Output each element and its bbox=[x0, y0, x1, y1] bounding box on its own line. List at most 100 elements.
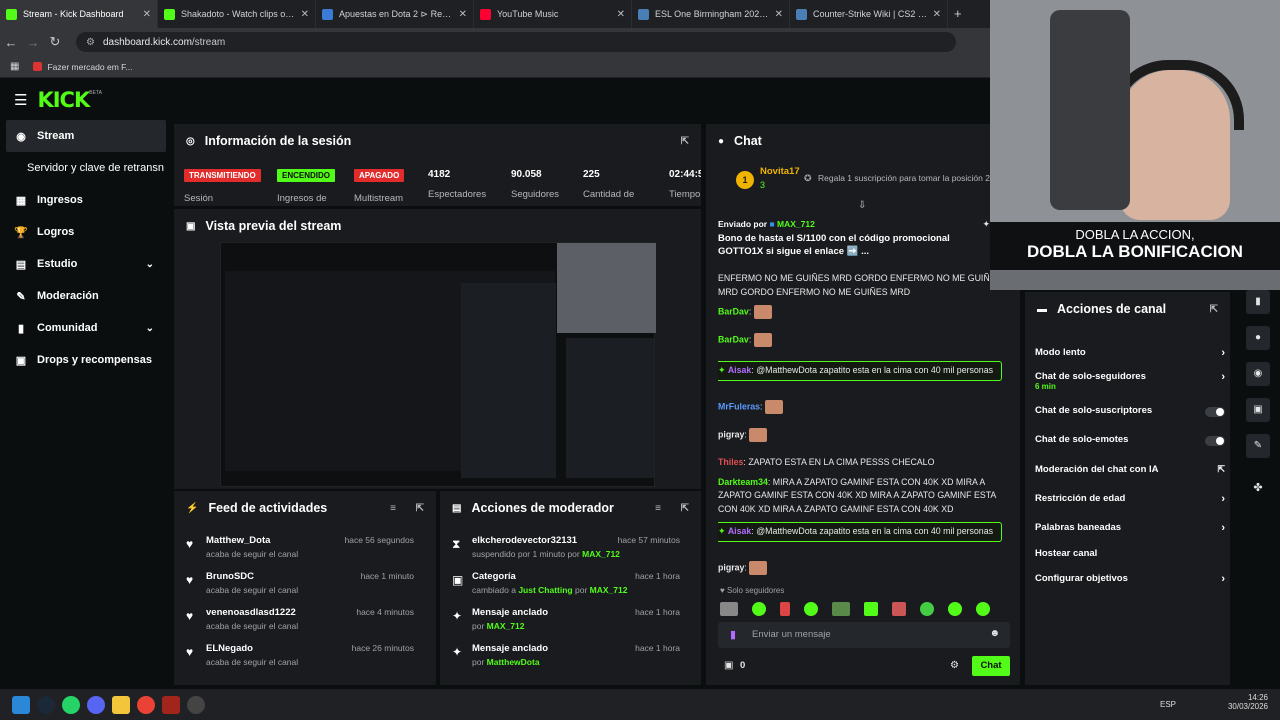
top-gifter-name[interactable]: Novita17 bbox=[760, 166, 800, 177]
chat-message[interactable]: pigray: bbox=[718, 561, 1008, 575]
emote-icon[interactable] bbox=[920, 602, 934, 616]
clock[interactable]: 14:26 30/03/2026 bbox=[1222, 693, 1268, 711]
channel-action-item[interactable]: Chat de solo-emotes bbox=[1035, 434, 1225, 446]
activity-item[interactable]: ♥ BrunoSDC acaba de seguir el canal hace 1 … bbox=[174, 567, 424, 603]
filter-icon[interactable]: ≡ bbox=[655, 503, 661, 514]
chat-username[interactable]: BarDav bbox=[718, 334, 749, 344]
toggle-switch[interactable] bbox=[1205, 436, 1225, 446]
chevron-right-icon[interactable]: › bbox=[1221, 573, 1225, 585]
channel-action-item[interactable]: Configurar objetivos › bbox=[1035, 573, 1225, 585]
external-link-icon[interactable]: ⇱ bbox=[1217, 464, 1225, 475]
popout-icon[interactable]: ⇱ bbox=[416, 503, 424, 514]
sidebar-item[interactable]: ▮ Comunidad ⌄ bbox=[0, 312, 172, 344]
emote-icon[interactable] bbox=[780, 602, 790, 616]
chat-message[interactable]: BarDav: bbox=[718, 333, 1008, 347]
chat-message[interactable]: ✦ Aisak: @MatthewDota zapatito esta en l… bbox=[718, 522, 1002, 542]
detail-highlight[interactable]: MatthewDota bbox=[487, 657, 540, 667]
chat-username[interactable]: Darkteam34 bbox=[718, 477, 768, 487]
stream-preview-video[interactable] bbox=[220, 242, 656, 487]
dota-icon[interactable] bbox=[162, 695, 180, 714]
reload-icon[interactable]: ↻ bbox=[44, 34, 66, 50]
emote-bar[interactable] bbox=[720, 602, 1010, 616]
channel-action-item[interactable]: Hostear canal bbox=[1035, 548, 1225, 559]
activity-item[interactable]: ♥ Matthew_Dota acaba de seguir el canal hac… bbox=[174, 531, 424, 567]
back-icon[interactable]: ← bbox=[0, 35, 22, 50]
language-indicator[interactable]: ESP bbox=[1160, 700, 1176, 709]
chat-username[interactable]: Aisak bbox=[728, 365, 751, 375]
close-tab-icon[interactable]: ✕ bbox=[143, 9, 151, 20]
tool-icon-extensions[interactable]: ✤ bbox=[1246, 476, 1270, 500]
chat-username[interactable]: BarDav bbox=[718, 306, 749, 316]
toggle-switch[interactable] bbox=[1205, 407, 1225, 417]
emote-icon[interactable] bbox=[720, 602, 738, 616]
sidebar-item[interactable]: 🏆 Logros bbox=[0, 216, 172, 248]
forward-icon[interactable]: → bbox=[22, 35, 44, 50]
close-tab-icon[interactable]: ✕ bbox=[775, 9, 783, 20]
emote-icon[interactable] bbox=[976, 602, 990, 616]
browser-tab[interactable]: YouTube Music ✕ bbox=[474, 0, 632, 28]
chevron-right-icon[interactable]: › bbox=[1221, 522, 1225, 534]
chat-message[interactable]: ✦ Aisak: @MatthewDota zapatito esta en l… bbox=[718, 361, 1002, 381]
popout-icon[interactable]: ⇱ bbox=[681, 136, 689, 147]
kick-logo[interactable]: KICK bbox=[37, 88, 90, 112]
detail-highlight[interactable]: Just Chatting bbox=[518, 585, 572, 595]
chat-username[interactable]: pigray bbox=[718, 429, 744, 439]
channel-action-item[interactable]: Restricción de edad › bbox=[1035, 493, 1225, 505]
gift-prompt[interactable]: Regala 1 suscripción para tomar la posic… bbox=[818, 173, 990, 183]
mod-action-item[interactable]: ✦ Mensaje anclado por MAX_712 hace 1 hora bbox=[440, 603, 690, 639]
browser-tab[interactable]: Shakadoto - Watch clips on Kic ✕ bbox=[158, 0, 316, 28]
tool-icon-broadcast[interactable]: ◉ bbox=[1246, 362, 1270, 386]
channel-action-item[interactable]: Modo lento › bbox=[1035, 347, 1225, 359]
chevron-down-icon[interactable]: ⌄ bbox=[146, 323, 154, 334]
chat-send-button[interactable]: Chat bbox=[972, 656, 1010, 676]
chat-username[interactable]: pigray bbox=[718, 562, 744, 572]
pinned-message[interactable]: ✦ Enviado por ■ MAX_712 Bono de hasta el… bbox=[712, 219, 990, 273]
activity-user[interactable]: BrunoSDC bbox=[206, 571, 254, 582]
browser-tab[interactable]: Stream - Kick Dashboard ✕ bbox=[0, 0, 158, 28]
steam-icon[interactable] bbox=[37, 695, 55, 714]
sidebar-item[interactable]: ▣ Drops y recompensas bbox=[0, 344, 172, 376]
mod-action-item[interactable]: ▣ Categoría cambiado a Just Chatting por M… bbox=[440, 567, 690, 603]
emoji-icon[interactable]: ☻ bbox=[989, 628, 1000, 639]
popout-icon[interactable]: ⇱ bbox=[1210, 304, 1218, 315]
activity-user[interactable]: ELNegado bbox=[206, 643, 253, 654]
tool-icon-notes[interactable]: ▮ bbox=[1246, 290, 1270, 314]
activity-item[interactable]: ♥ ELNegado acaba de seguir el canal hace 26… bbox=[174, 639, 424, 675]
channel-action-item[interactable]: Moderación del chat con IA ⇱ bbox=[1035, 464, 1225, 475]
channel-action-item[interactable]: Chat de solo-seguidores 6 min › bbox=[1035, 371, 1225, 391]
microphone-icon[interactable]: ▮ bbox=[730, 628, 736, 641]
detail-highlight[interactable]: MAX_712 bbox=[487, 621, 525, 631]
pinned-by-user[interactable]: MAX_712 bbox=[777, 219, 815, 229]
url-field[interactable]: ⚙ dashboard.kick.com/stream bbox=[76, 32, 956, 52]
sidebar-item[interactable]: ▦ Ingresos bbox=[0, 184, 172, 216]
chat-username[interactable]: Thiles bbox=[718, 457, 743, 467]
browser-tab[interactable]: ESL One Birmingham 2026 - Liq ✕ bbox=[632, 0, 790, 28]
browser-tab[interactable]: Counter-Strike Wiki | CS2 | Liqu ✕ bbox=[790, 0, 948, 28]
hamburger-menu-icon[interactable]: ☰ bbox=[14, 91, 27, 109]
pin-icon[interactable]: ✦ bbox=[982, 219, 990, 230]
sidebar-item[interactable]: ◉ Stream bbox=[6, 120, 166, 152]
chat-message[interactable]: pigray: bbox=[718, 428, 1008, 442]
chat-message[interactable]: BarDav: bbox=[718, 305, 1008, 319]
emote-icon[interactable] bbox=[804, 602, 818, 616]
chat-settings-icon[interactable]: ⚙ bbox=[950, 660, 959, 671]
chevron-down-icon[interactable]: ⌄ bbox=[146, 259, 154, 270]
detail-highlight[interactable]: MAX_712 bbox=[582, 549, 620, 559]
whatsapp-icon[interactable] bbox=[62, 695, 80, 714]
windows-start-icon[interactable] bbox=[12, 695, 30, 714]
close-tab-icon[interactable]: ✕ bbox=[617, 9, 625, 20]
points-icon[interactable]: ▣ bbox=[724, 660, 733, 671]
new-tab-icon[interactable]: + bbox=[954, 0, 962, 28]
emote-icon[interactable] bbox=[752, 602, 766, 616]
channel-action-item[interactable]: Palabras baneadas › bbox=[1035, 522, 1225, 534]
chevron-right-icon[interactable]: › bbox=[1221, 371, 1225, 383]
chat-input[interactable]: ▮ Enviar un mensaje ☻ bbox=[718, 622, 1010, 648]
mod-action-item[interactable]: ✦ Mensaje anclado por MatthewDota hace 1 ho… bbox=[440, 639, 690, 675]
tool-icon-chat[interactable]: ● bbox=[1246, 326, 1270, 350]
sidebar-item[interactable]: ✎ Moderación bbox=[0, 280, 172, 312]
chat-message[interactable]: ENFERMO NO ME GUIÑES MRD GORDO ENFERMO N… bbox=[718, 272, 1008, 299]
close-tab-icon[interactable]: ✕ bbox=[301, 9, 309, 20]
chat-username[interactable]: MrFuleras bbox=[718, 401, 760, 411]
obs-icon[interactable] bbox=[187, 695, 205, 714]
sidebar-item[interactable]: ▤ Estudio ⌄ bbox=[0, 248, 172, 280]
